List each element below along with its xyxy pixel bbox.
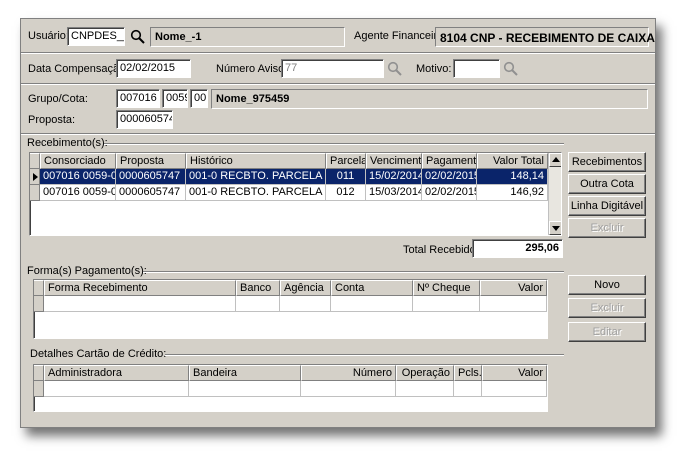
linha-digitavel-button[interactable]: Linha Digitável — [568, 196, 646, 216]
cartao-label: Detalhes Cartão de Crédito: — [30, 348, 167, 360]
magnifier-icon[interactable] — [503, 61, 519, 77]
col-conta[interactable]: Conta — [331, 280, 413, 296]
divider — [21, 52, 655, 54]
excluir-recebimento-button[interactable]: Excluir — [568, 218, 646, 238]
empty-cell — [454, 381, 482, 397]
grupo-cota-label: Grupo/Cota: — [28, 93, 88, 105]
grupo-input[interactable]: 007016 — [116, 89, 160, 108]
usuario-input[interactable]: CNPDES____ — [67, 27, 125, 46]
usuario-name: Nome_-1 — [150, 27, 345, 47]
usuario-label: Usuário: — [28, 30, 69, 42]
col-parcelas[interactable]: Pcls. — [454, 365, 482, 381]
data-compensacao-input[interactable]: 02/02/2015 — [116, 59, 191, 78]
col-pagamento[interactable]: Pagamento — [422, 153, 477, 169]
proposta-label: Proposta: — [28, 114, 76, 126]
cota-input[interactable]: 0059 — [162, 89, 188, 108]
recebimentos-button[interactable]: Recebimentos — [568, 152, 646, 172]
cell-pagamento: 02/02/2015 — [422, 169, 477, 185]
recebimentos-grid[interactable]: Consorciado Proposta Histórico Parcela V… — [29, 152, 562, 236]
col-administradora[interactable]: Administradora — [44, 365, 189, 381]
col-operacao[interactable]: Operação — [396, 365, 454, 381]
empty-cell — [331, 296, 413, 312]
scroll-down-icon[interactable] — [549, 221, 561, 235]
empty-cell — [189, 381, 301, 397]
col-agencia[interactable]: Agência — [280, 280, 331, 296]
cell-proposta: 0000605747 — [116, 169, 186, 185]
cell-vencimento: 15/03/2014 — [366, 185, 422, 201]
grupo-nome: Nome_975459 — [211, 89, 648, 109]
empty-cell — [413, 296, 480, 312]
numero-aviso-label: Número Aviso: — [216, 63, 288, 75]
col-parcela[interactable]: Parcela — [326, 153, 366, 169]
cell-valor: 146,92 — [477, 185, 548, 201]
col-numero[interactable]: Número — [301, 365, 396, 381]
empty-cell — [44, 381, 189, 397]
excluir-pagamento-button[interactable]: Excluir — [568, 298, 646, 318]
empty-cell — [44, 296, 236, 312]
vertical-scrollbar[interactable] — [548, 153, 561, 235]
col-consorciado[interactable]: Consorciado — [40, 153, 116, 169]
col-valor[interactable]: Valor — [482, 365, 547, 381]
empty-cell — [280, 296, 331, 312]
col-bandeira[interactable]: Bandeira — [189, 365, 301, 381]
empty-cell — [482, 381, 547, 397]
window: Usuário: CNPDES____ Nome_-1 Agente Finan… — [20, 18, 656, 428]
motivo-input[interactable] — [453, 59, 500, 78]
cell-consorciado: 007016 0059-00 — [40, 169, 116, 185]
scroll-up-icon[interactable] — [549, 153, 561, 167]
divider — [21, 83, 655, 85]
col-valor[interactable]: Valor — [480, 280, 547, 296]
cell-historico: 001-0 RECBTO. PARCELA — [186, 169, 326, 185]
empty-cell — [236, 296, 280, 312]
empty-cell — [396, 381, 454, 397]
recebimentos-label: Recebimento(s): — [27, 137, 108, 149]
empty-cell — [301, 381, 396, 397]
magnifier-icon[interactable] — [387, 61, 403, 77]
data-compensacao-label: Data Compensação: — [28, 63, 129, 75]
col-numero-cheque[interactable]: Nº Cheque — [413, 280, 480, 296]
cell-valor: 148,14 — [477, 169, 548, 185]
novo-button[interactable]: Novo — [568, 275, 646, 295]
col-forma-recebimento[interactable]: Forma Recebimento — [44, 280, 236, 296]
col-banco[interactable]: Banco — [236, 280, 280, 296]
editar-button[interactable]: Editar — [568, 322, 646, 342]
agente-label: Agente Financeiro: — [354, 30, 447, 42]
digito-input[interactable]: 00 — [190, 89, 208, 108]
magnifier-icon[interactable] — [130, 29, 146, 45]
numero-aviso-input[interactable]: 77 — [281, 59, 384, 78]
total-recebido-value: 295,06 — [472, 239, 563, 258]
col-vencimento[interactable]: Vencimento — [366, 153, 422, 169]
cell-historico: 001-0 RECBTO. PARCELA — [186, 185, 326, 201]
motivo-label: Motivo: — [416, 63, 452, 75]
agente-value: 8104 CNP - RECEBIMENTO DE CAIXA — [435, 27, 655, 47]
col-proposta[interactable]: Proposta — [116, 153, 186, 169]
pagamentos-grid[interactable]: Forma Recebimento Banco Agência Conta Nº… — [33, 279, 548, 339]
cell-proposta: 0000605747 — [116, 185, 186, 201]
cell-parcela: 012 — [326, 185, 366, 201]
proposta-input[interactable]: 0000605747 — [116, 110, 173, 129]
cell-vencimento: 15/02/2014 — [366, 169, 422, 185]
outra-cota-button[interactable]: Outra Cota — [568, 174, 646, 194]
col-valor-total[interactable]: Valor Total — [477, 153, 548, 169]
cell-pagamento: 02/02/2015 — [422, 185, 477, 201]
row-indicator-icon — [30, 169, 40, 185]
cartao-grid[interactable]: Administradora Bandeira Número Operação … — [33, 364, 548, 412]
cell-parcela: 011 — [326, 169, 366, 185]
empty-cell — [480, 296, 547, 312]
total-recebido-label: Total Recebido: — [403, 244, 479, 256]
pagamentos-label: Forma(s) Pagamento(s): — [27, 265, 147, 277]
col-historico[interactable]: Histórico — [186, 153, 326, 169]
divider — [21, 133, 655, 135]
cell-consorciado: 007016 0059-00 — [40, 185, 116, 201]
